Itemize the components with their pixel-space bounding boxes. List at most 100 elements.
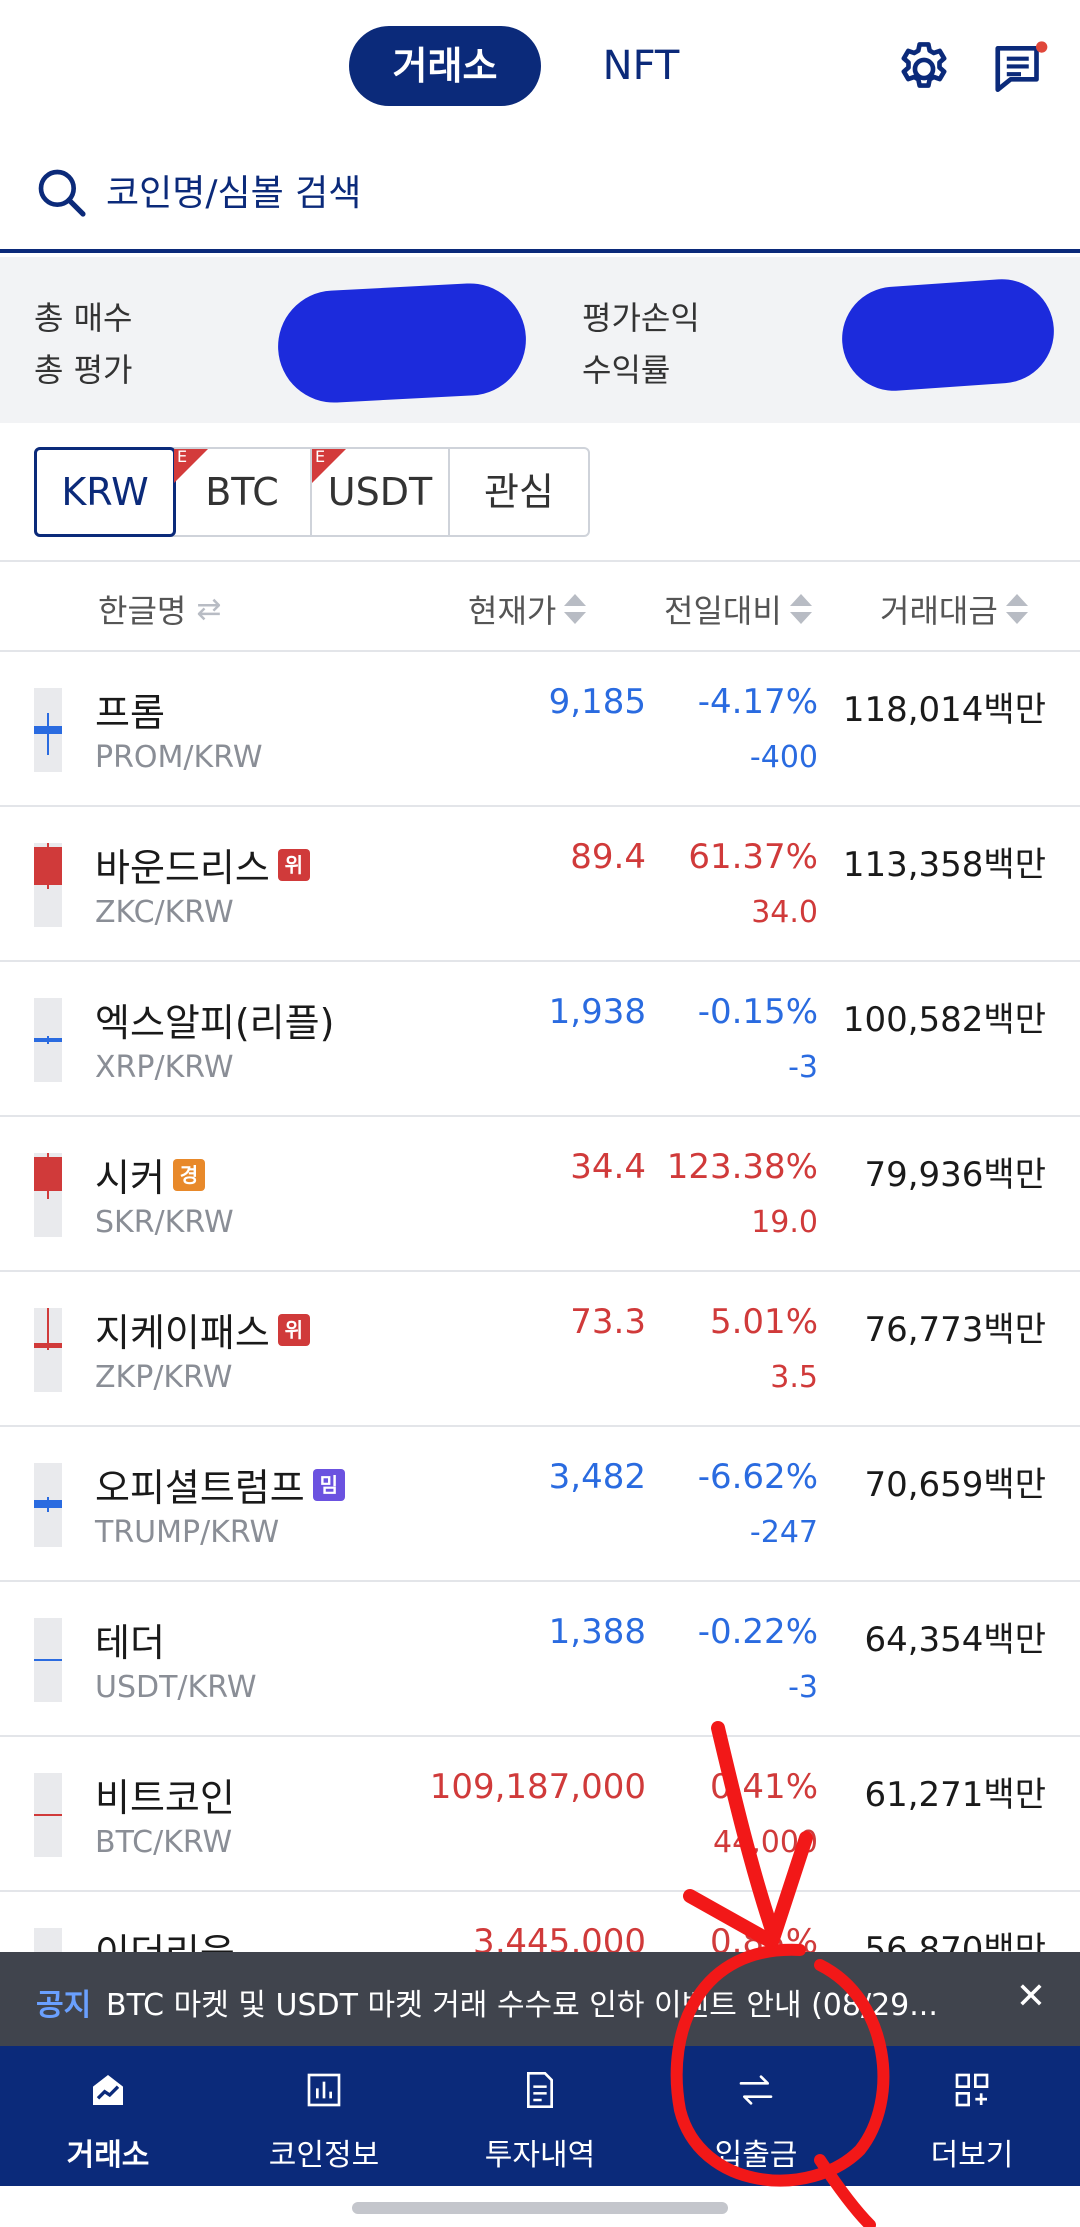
nav-exchange[interactable]: 거래소 <box>0 2046 216 2186</box>
coin-name: 엑스알피(리플) <box>95 1001 335 1045</box>
tab-favorites[interactable]: 관심 <box>450 449 588 535</box>
mini-candle-icon <box>34 1773 62 1857</box>
transfer-icon <box>739 2075 773 2105</box>
change-amount: -3 <box>788 1050 818 1085</box>
tab-btc[interactable]: E BTC <box>174 448 312 535</box>
coin-symbol: PROM/KRW <box>95 740 263 775</box>
trade-volume: 79,936백만 <box>864 1155 1046 1195</box>
close-icon[interactable]: ✕ <box>1016 1976 1046 2017</box>
coin-row[interactable]: 비트코인 BTC/KRW 109,187,000 0.41% 44,000 61… <box>0 1737 1080 1892</box>
coin-row[interactable]: 시커 경 SKR/KRW 34.4 123.38% 19.0 79,936백만 <box>0 1117 1080 1272</box>
change-amount: -400 <box>749 740 818 775</box>
current-price: 9,185 <box>548 682 646 722</box>
return-label: 수익률 <box>582 351 671 389</box>
col-price[interactable]: 현재가 <box>468 586 587 632</box>
nav-deposit-withdraw[interactable]: 입출금 <box>648 2046 864 2186</box>
portfolio-summary: 총 매수 총 평가 평가손익 수익률 <box>0 257 1080 423</box>
notice-banner[interactable]: 공지 BTC 마켓 및 USDT 마켓 거래 수수료 인하 이벤트 안내 (08… <box>0 1952 1080 2046</box>
current-price: 3,445,000 <box>472 1922 646 1952</box>
coin-row[interactable]: 테더 USDT/KRW 1,388 -0.22% -3 64,354백만 <box>0 1582 1080 1737</box>
coin-list: 프롬 PROM/KRW 9,185 -4.17% -400 118,014백만 … <box>0 652 1080 1952</box>
coin-symbol: ZKP/KRW <box>95 1360 233 1395</box>
column-header-row: 한글명 ⇄ 현재가 전일대비 거래대금 <box>0 560 1080 652</box>
trade-volume: 100,582백만 <box>842 1000 1046 1040</box>
change-amount: 3.5 <box>770 1360 818 1395</box>
mini-candle-icon <box>34 1618 62 1702</box>
search-icon <box>38 169 86 217</box>
search-input[interactable] <box>106 165 1006 221</box>
gear-icon[interactable] <box>893 38 955 100</box>
tab-nft[interactable]: NFT <box>586 26 696 106</box>
change-percent: -4.17% <box>697 682 818 722</box>
market-tabs: KRW E BTC E USDT 관심 <box>34 447 590 537</box>
coin-name: 테더 <box>95 1621 165 1665</box>
document-icon <box>527 2072 553 2108</box>
col-change[interactable]: 전일대비 <box>664 586 812 632</box>
mini-candle-icon <box>34 1463 62 1547</box>
nav-coin-info[interactable]: 코인정보 <box>216 2046 432 2186</box>
sort-icon <box>789 592 812 626</box>
redaction-mark <box>275 280 529 406</box>
tab-usdt[interactable]: E USDT <box>312 448 450 535</box>
event-badge: E <box>174 448 208 483</box>
total-buy-label: 총 매수 <box>34 299 133 337</box>
current-price: 34.4 <box>570 1147 646 1187</box>
coin-row[interactable]: 엑스알피(리플) XRP/KRW 1,938 -0.15% -3 100,582… <box>0 962 1080 1117</box>
warning-badge: 위 <box>277 848 310 881</box>
current-price: 1,938 <box>548 992 646 1032</box>
notice-tag: 공지 <box>36 1988 92 2023</box>
tab-krw[interactable]: KRW <box>34 447 176 537</box>
coin-symbol: USDT/KRW <box>95 1670 257 1705</box>
change-amount: 19.0 <box>751 1205 818 1240</box>
mini-candle-icon <box>34 843 62 927</box>
trade-volume: 113,358백만 <box>842 845 1046 885</box>
change-amount: 44,000 <box>713 1825 818 1860</box>
search-bar[interactable] <box>0 135 1080 253</box>
trade-volume: 70,659백만 <box>864 1465 1046 1505</box>
coin-name: 시커 경 <box>95 1147 205 1202</box>
change-percent: -0.15% <box>697 992 818 1032</box>
message-icon[interactable] <box>990 38 1052 100</box>
col-volume[interactable]: 거래대금 <box>880 586 1028 632</box>
trade-volume: 76,773백만 <box>864 1310 1046 1350</box>
coin-name: 오피셜트럼프 밈 <box>95 1457 345 1512</box>
warning-badge: 밈 <box>312 1468 345 1501</box>
bottom-nav: 거래소 코인정보 투자내역 입출금 더보기 <box>0 2046 1080 2186</box>
coin-symbol: TRUMP/KRW <box>95 1515 280 1550</box>
home-indicator[interactable] <box>352 2202 728 2214</box>
sort-icon <box>564 592 587 626</box>
change-percent: 123.38% <box>666 1147 818 1187</box>
col-name[interactable]: 한글명 ⇄ <box>98 586 221 632</box>
event-badge: E <box>312 448 346 483</box>
change-amount: 34.0 <box>751 895 818 930</box>
change-percent: 0.85% <box>709 1922 818 1952</box>
swap-icon: ⇄ <box>196 591 222 627</box>
total-eval-label: 총 평가 <box>34 351 133 389</box>
mini-candle-icon <box>34 688 62 772</box>
current-price: 89.4 <box>570 837 646 877</box>
warning-badge: 경 <box>172 1158 205 1191</box>
notice-text[interactable]: BTC 마켓 및 USDT 마켓 거래 수수료 인하 이벤트 안내 (08/29… <box>106 1980 966 2024</box>
current-price: 1,388 <box>548 1612 646 1652</box>
coin-row[interactable]: 지케이패스 위 ZKP/KRW 73.3 5.01% 3.5 76,773백만 <box>0 1272 1080 1427</box>
coin-row[interactable]: 이더리움 ETH/KRW 3,445,000 0.85% 56,870백만 <box>0 1892 1080 1952</box>
tab-exchange[interactable]: 거래소 <box>349 26 541 106</box>
bar-chart-icon <box>307 2073 341 2107</box>
coin-row[interactable]: 오피셜트럼프 밈 TRUMP/KRW 3,482 -6.62% -247 70,6… <box>0 1427 1080 1582</box>
coin-name: 바운드리스 위 <box>95 837 310 892</box>
nav-more[interactable]: 더보기 <box>864 2046 1080 2186</box>
trade-volume: 64,354백만 <box>864 1620 1046 1660</box>
coin-name: 비트코인 <box>95 1776 235 1820</box>
change-percent: -0.22% <box>697 1612 818 1652</box>
trade-volume: 61,271백만 <box>864 1775 1046 1815</box>
mini-candle-icon <box>34 1928 62 1952</box>
nav-history[interactable]: 투자내역 <box>432 2046 648 2186</box>
trade-volume: 118,014백만 <box>842 690 1046 730</box>
redaction-mark <box>838 275 1058 395</box>
coin-row[interactable]: 바운드리스 위 ZKC/KRW 89.4 61.37% 34.0 113,358백… <box>0 807 1080 962</box>
warning-badge: 위 <box>277 1313 310 1346</box>
coin-row[interactable]: 프롬 PROM/KRW 9,185 -4.17% -400 118,014백만 <box>0 652 1080 807</box>
grid-plus-icon <box>955 2073 989 2107</box>
sort-icon <box>1005 592 1028 626</box>
trade-volume: 56,870백만 <box>864 1930 1046 1952</box>
